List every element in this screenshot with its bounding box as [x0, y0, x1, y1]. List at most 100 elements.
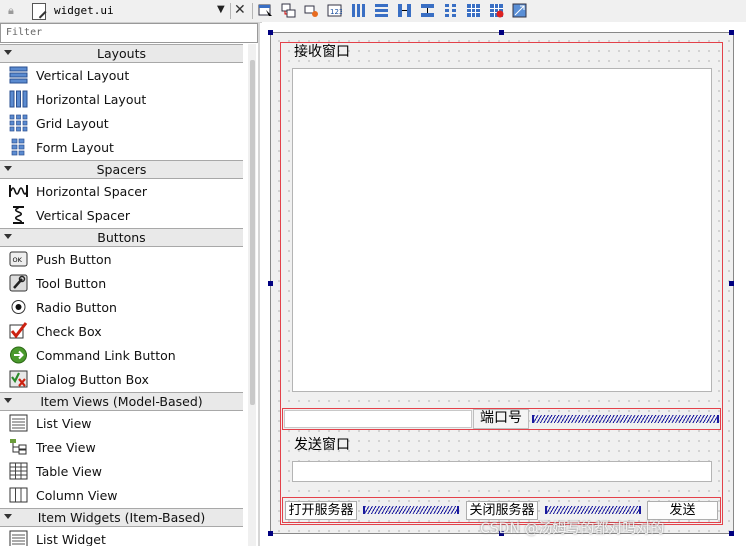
resize-handle[interactable]	[268, 531, 273, 536]
send-text-input[interactable]	[292, 461, 712, 482]
widget-item-form-layout[interactable]: Form Layout	[0, 135, 243, 159]
horizontal-spacer	[363, 506, 459, 514]
push-button-icon: OK	[9, 251, 28, 267]
panel-splitter[interactable]	[258, 22, 260, 546]
resize-handle[interactable]	[729, 281, 734, 286]
lay-out-vertically-icon[interactable]	[374, 3, 389, 18]
list-view-icon	[9, 414, 28, 432]
widget-item-label: Dialog Button Box	[36, 372, 149, 387]
grid-layout-icon	[9, 114, 28, 132]
close-icon[interactable]: ✕	[234, 2, 246, 18]
break-layout-icon[interactable]	[489, 3, 504, 18]
resize-handle[interactable]	[729, 30, 734, 35]
vertical-layout-icon	[9, 66, 28, 84]
widget-item-tree-view[interactable]: Tree View	[0, 435, 243, 459]
widget-box-list: Layouts Vertical Layout Horizontal Layou…	[0, 44, 258, 546]
chevron-down-icon	[4, 166, 12, 171]
receive-window-label: 接收窗口	[294, 44, 350, 60]
edit-buddies-icon[interactable]	[304, 3, 319, 18]
resize-handle[interactable]	[499, 30, 504, 35]
tool-button-icon	[9, 274, 28, 292]
designer-toolbar: 🔒︎ widget.ui ▼ ✕ 123	[0, 0, 746, 23]
resize-handle[interactable]	[729, 531, 734, 536]
ui-file-icon	[32, 3, 46, 20]
toolbar-divider	[252, 3, 253, 19]
category-spacers[interactable]: Spacers	[0, 160, 243, 179]
widget-item-table-view[interactable]: Table View	[0, 459, 243, 483]
lay-out-form-icon[interactable]	[443, 3, 458, 18]
adjust-size-icon[interactable]	[512, 3, 527, 18]
widget-item-push-button[interactable]: OK Push Button	[0, 247, 243, 271]
toolbar-divider	[230, 3, 231, 19]
lay-out-horizontal-splitter-icon[interactable]	[397, 3, 412, 18]
widget-item-tool-button[interactable]: Tool Button	[0, 271, 243, 295]
chevron-down-icon[interactable]: ▼	[217, 4, 225, 15]
svg-text:OK: OK	[13, 256, 23, 264]
chevron-down-icon	[4, 514, 12, 519]
category-label: Spacers	[96, 162, 147, 177]
port-label: 端口号	[473, 409, 529, 429]
check-box-icon	[9, 322, 28, 339]
widget-item-dialog-button-box[interactable]: Dialog Button Box	[0, 367, 243, 391]
resize-handle[interactable]	[268, 281, 273, 286]
category-label: Buttons	[97, 230, 146, 245]
widget-item-label: Grid Layout	[36, 116, 109, 131]
widget-item-vertical-spacer[interactable]: Vertical Spacer	[0, 203, 243, 227]
vertical-spacer-icon	[13, 206, 24, 224]
dialog-button-box-icon	[9, 370, 28, 388]
svg-text:123: 123	[330, 8, 342, 16]
widget-item-check-box[interactable]: Check Box	[0, 319, 243, 343]
widget-item-label: Tree View	[36, 440, 96, 455]
widget-item-horizontal-spacer[interactable]: Horizontal Spacer	[0, 179, 243, 203]
list-widget-icon	[9, 530, 28, 546]
send-window-label: 发送窗口	[294, 437, 350, 453]
widget-item-label: Table View	[36, 464, 102, 479]
file-name-label: widget.ui	[54, 4, 114, 17]
widget-item-label: Horizontal Layout	[36, 92, 147, 107]
widget-item-label: List View	[36, 416, 92, 431]
open-server-button[interactable]: 打开服务器	[285, 501, 357, 520]
widget-item-label: Vertical Layout	[36, 68, 130, 83]
widget-item-list-widget[interactable]: List Widget	[0, 527, 243, 546]
widget-item-label: Column View	[36, 488, 118, 503]
category-item-views[interactable]: Item Views (Model-Based)	[0, 392, 243, 411]
category-label: Item Views (Model-Based)	[40, 394, 203, 409]
receive-text-area[interactable]	[292, 68, 712, 392]
widget-item-vertical-layout[interactable]: Vertical Layout	[0, 63, 243, 87]
widget-item-label: List Widget	[36, 532, 106, 546]
widget-item-command-link-button[interactable]: Command Link Button	[0, 343, 243, 367]
category-layouts[interactable]: Layouts	[0, 44, 243, 63]
lay-out-vertical-splitter-icon[interactable]	[420, 3, 435, 18]
horizontal-layout-icon	[9, 90, 28, 108]
edit-tab-order-icon[interactable]: 123	[327, 3, 342, 18]
widget-item-column-view[interactable]: Column View	[0, 483, 243, 507]
widget-item-radio-button[interactable]: Radio Button	[0, 295, 243, 319]
edit-signals-slots-icon[interactable]	[281, 3, 296, 18]
category-buttons[interactable]: Buttons	[0, 228, 243, 247]
lay-out-grid-icon[interactable]	[466, 3, 481, 18]
widget-item-label: Command Link Button	[36, 348, 176, 363]
widget-item-label: Tool Button	[36, 276, 107, 291]
watermark-text: CSDN @汤姆写的都对吗对的	[480, 521, 665, 537]
category-label: Item Widgets (Item-Based)	[37, 510, 206, 525]
widget-item-list-view[interactable]: List View	[0, 411, 243, 435]
resize-handle[interactable]	[268, 30, 273, 35]
chevron-down-icon	[4, 398, 12, 403]
widget-item-horizontal-layout[interactable]: Horizontal Layout	[0, 87, 243, 111]
horizontal-spacer	[532, 415, 719, 423]
table-view-icon	[9, 462, 28, 480]
form-layout-icon	[11, 138, 25, 156]
filter-input[interactable]: Filter	[0, 23, 258, 43]
widget-item-label: Form Layout	[36, 140, 114, 155]
lay-out-horizontally-icon[interactable]	[351, 3, 366, 18]
widget-item-label: Radio Button	[36, 300, 117, 315]
category-item-widgets[interactable]: Item Widgets (Item-Based)	[0, 508, 243, 527]
lock-icon: 🔒︎	[8, 4, 14, 17]
category-label: Layouts	[96, 46, 146, 61]
scrollbar-thumb[interactable]	[250, 60, 255, 405]
horizontal-spacer	[545, 506, 641, 514]
horizontal-spacer-icon	[9, 185, 28, 197]
port-input[interactable]	[284, 410, 472, 428]
edit-widgets-icon[interactable]	[258, 3, 273, 18]
widget-item-grid-layout[interactable]: Grid Layout	[0, 111, 243, 135]
